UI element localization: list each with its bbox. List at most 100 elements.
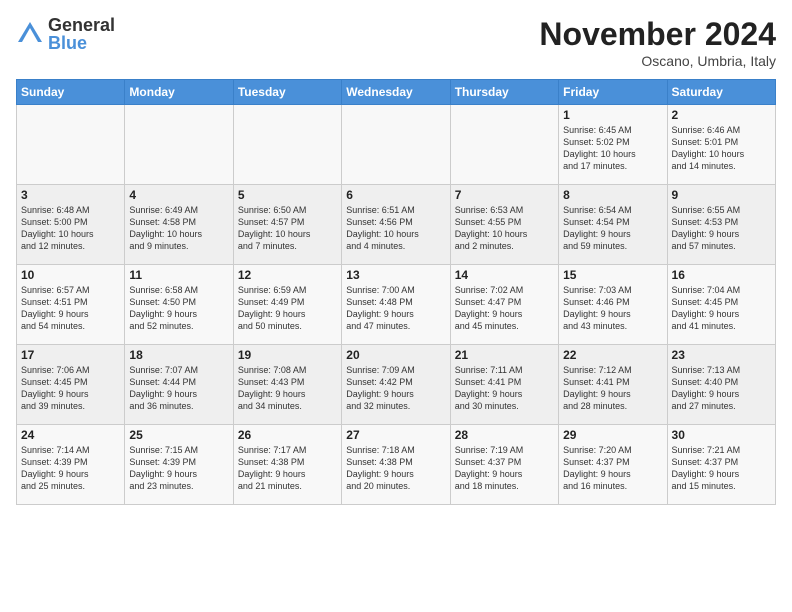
- calendar-cell: 20Sunrise: 7:09 AM Sunset: 4:42 PM Dayli…: [342, 345, 450, 425]
- column-header-tuesday: Tuesday: [233, 80, 341, 105]
- logo-text: General Blue: [48, 16, 115, 52]
- calendar-header-row: SundayMondayTuesdayWednesdayThursdayFrid…: [17, 80, 776, 105]
- day-number: 6: [346, 188, 445, 202]
- title-block: November 2024 Oscano, Umbria, Italy: [539, 16, 776, 69]
- calendar-cell: 18 Sunrise: 7:07 AM Sunset: 4:44 PM Dayli…: [125, 345, 233, 425]
- calendar-cell: 6 Sunrise: 6:51 AM Sunset: 4:56 PM Daylig…: [342, 185, 450, 265]
- calendar-cell: 5 Sunrise: 6:50 AM Sunset: 4:57 PM Daylig…: [233, 185, 341, 265]
- calendar-cell: 24 Sunrise: 7:14 AM Sunset: 4:39 PM Dayli…: [17, 425, 125, 505]
- day-number: 12: [238, 268, 337, 282]
- day-number: 27: [346, 428, 445, 442]
- day-number: 7: [455, 188, 554, 202]
- day-info: Sunrise: 7:13 AM Sunset: 4:40 PM Dayligh…: [672, 364, 771, 413]
- day-number: 30: [672, 428, 771, 442]
- calendar-week-row: 10 Sunrise: 6:57 AM Sunset: 4:51 PM Dayli…: [17, 265, 776, 345]
- calendar-cell: 21Sunrise: 7:11 AM Sunset: 4:41 PM Dayli…: [450, 345, 558, 425]
- day-info: Sunrise: 7:14 AM Sunset: 4:39 PM Dayligh…: [21, 444, 120, 493]
- day-number: 25: [129, 428, 228, 442]
- day-info: Sunrise: 7:06 AM Sunset: 4:45 PM Dayligh…: [21, 364, 120, 413]
- day-number: 2: [672, 108, 771, 122]
- logo-icon: [16, 20, 44, 48]
- day-info: Sunrise: 6:51 AM Sunset: 4:56 PM Dayligh…: [346, 204, 445, 253]
- day-info: Sunrise: 7:07 AM Sunset: 4:44 PM Dayligh…: [129, 364, 228, 413]
- column-header-monday: Monday: [125, 80, 233, 105]
- calendar-week-row: 24 Sunrise: 7:14 AM Sunset: 4:39 PM Dayli…: [17, 425, 776, 505]
- day-info: Sunrise: 7:21 AM Sunset: 4:37 PM Dayligh…: [672, 444, 771, 493]
- calendar-cell: 17 Sunrise: 7:06 AM Sunset: 4:45 PM Dayli…: [17, 345, 125, 425]
- day-info: Sunrise: 6:57 AM Sunset: 4:51 PM Dayligh…: [21, 284, 120, 333]
- month-title: November 2024: [539, 16, 776, 53]
- column-header-saturday: Saturday: [667, 80, 775, 105]
- day-number: 15: [563, 268, 662, 282]
- page: General Blue November 2024 Oscano, Umbri…: [0, 0, 792, 612]
- calendar-cell: 13Sunrise: 7:00 AM Sunset: 4:48 PM Dayli…: [342, 265, 450, 345]
- logo-blue-text: Blue: [48, 34, 115, 52]
- day-info: Sunrise: 7:00 AM Sunset: 4:48 PM Dayligh…: [346, 284, 445, 333]
- day-number: 22: [563, 348, 662, 362]
- column-header-wednesday: Wednesday: [342, 80, 450, 105]
- calendar-week-row: 1 Sunrise: 6:45 AM Sunset: 5:02 PM Daylig…: [17, 105, 776, 185]
- calendar-cell: 9Sunrise: 6:55 AM Sunset: 4:53 PM Daylig…: [667, 185, 775, 265]
- day-info: Sunrise: 7:17 AM Sunset: 4:38 PM Dayligh…: [238, 444, 337, 493]
- day-number: 1: [563, 108, 662, 122]
- day-info: Sunrise: 6:59 AM Sunset: 4:49 PM Dayligh…: [238, 284, 337, 333]
- calendar-cell: 27Sunrise: 7:18 AM Sunset: 4:38 PM Dayli…: [342, 425, 450, 505]
- calendar-cell: 8 Sunrise: 6:54 AM Sunset: 4:54 PM Daylig…: [559, 185, 667, 265]
- day-number: 21: [455, 348, 554, 362]
- day-number: 3: [21, 188, 120, 202]
- day-info: Sunrise: 6:58 AM Sunset: 4:50 PM Dayligh…: [129, 284, 228, 333]
- day-number: 16: [672, 268, 771, 282]
- calendar-cell: 15 Sunrise: 7:03 AM Sunset: 4:46 PM Dayli…: [559, 265, 667, 345]
- day-number: 14: [455, 268, 554, 282]
- day-info: Sunrise: 6:49 AM Sunset: 4:58 PM Dayligh…: [129, 204, 228, 253]
- calendar-cell: 25 Sunrise: 7:15 AM Sunset: 4:39 PM Dayli…: [125, 425, 233, 505]
- calendar-cell: 30 Sunrise: 7:21 AM Sunset: 4:37 PM Dayli…: [667, 425, 775, 505]
- calendar-cell: [17, 105, 125, 185]
- day-info: Sunrise: 6:45 AM Sunset: 5:02 PM Dayligh…: [563, 124, 662, 173]
- day-number: 19: [238, 348, 337, 362]
- calendar-cell: [342, 105, 450, 185]
- day-number: 10: [21, 268, 120, 282]
- calendar-cell: [125, 105, 233, 185]
- day-number: 24: [21, 428, 120, 442]
- location-subtitle: Oscano, Umbria, Italy: [539, 53, 776, 69]
- day-number: 18: [129, 348, 228, 362]
- calendar-cell: [233, 105, 341, 185]
- calendar-cell: 28Sunrise: 7:19 AM Sunset: 4:37 PM Dayli…: [450, 425, 558, 505]
- day-info: Sunrise: 7:02 AM Sunset: 4:47 PM Dayligh…: [455, 284, 554, 333]
- calendar-cell: 12 Sunrise: 6:59 AM Sunset: 4:49 PM Dayli…: [233, 265, 341, 345]
- day-number: 9: [672, 188, 771, 202]
- header: General Blue November 2024 Oscano, Umbri…: [16, 16, 776, 69]
- calendar-cell: 3Sunrise: 6:48 AM Sunset: 5:00 PM Daylig…: [17, 185, 125, 265]
- day-number: 17: [21, 348, 120, 362]
- day-info: Sunrise: 7:03 AM Sunset: 4:46 PM Dayligh…: [563, 284, 662, 333]
- day-info: Sunrise: 6:50 AM Sunset: 4:57 PM Dayligh…: [238, 204, 337, 253]
- day-info: Sunrise: 7:15 AM Sunset: 4:39 PM Dayligh…: [129, 444, 228, 493]
- day-number: 26: [238, 428, 337, 442]
- calendar-cell: 1 Sunrise: 6:45 AM Sunset: 5:02 PM Daylig…: [559, 105, 667, 185]
- day-number: 20: [346, 348, 445, 362]
- day-info: Sunrise: 6:53 AM Sunset: 4:55 PM Dayligh…: [455, 204, 554, 253]
- day-number: 8: [563, 188, 662, 202]
- calendar-table: SundayMondayTuesdayWednesdayThursdayFrid…: [16, 79, 776, 505]
- day-number: 4: [129, 188, 228, 202]
- calendar-cell: 2Sunrise: 6:46 AM Sunset: 5:01 PM Daylig…: [667, 105, 775, 185]
- day-info: Sunrise: 7:08 AM Sunset: 4:43 PM Dayligh…: [238, 364, 337, 413]
- calendar-cell: 19 Sunrise: 7:08 AM Sunset: 4:43 PM Dayli…: [233, 345, 341, 425]
- day-number: 29: [563, 428, 662, 442]
- day-info: Sunrise: 6:54 AM Sunset: 4:54 PM Dayligh…: [563, 204, 662, 253]
- column-header-friday: Friday: [559, 80, 667, 105]
- day-number: 11: [129, 268, 228, 282]
- column-header-thursday: Thursday: [450, 80, 558, 105]
- calendar-cell: 11 Sunrise: 6:58 AM Sunset: 4:50 PM Dayli…: [125, 265, 233, 345]
- calendar-cell: 22Sunrise: 7:12 AM Sunset: 4:41 PM Dayli…: [559, 345, 667, 425]
- day-number: 28: [455, 428, 554, 442]
- calendar-cell: 29Sunrise: 7:20 AM Sunset: 4:37 PM Dayli…: [559, 425, 667, 505]
- calendar-cell: 7 Sunrise: 6:53 AM Sunset: 4:55 PM Daylig…: [450, 185, 558, 265]
- day-number: 23: [672, 348, 771, 362]
- calendar-week-row: 3Sunrise: 6:48 AM Sunset: 5:00 PM Daylig…: [17, 185, 776, 265]
- calendar-cell: 23 Sunrise: 7:13 AM Sunset: 4:40 PM Dayli…: [667, 345, 775, 425]
- day-info: Sunrise: 7:04 AM Sunset: 4:45 PM Dayligh…: [672, 284, 771, 333]
- calendar-week-row: 17 Sunrise: 7:06 AM Sunset: 4:45 PM Dayli…: [17, 345, 776, 425]
- day-number: 5: [238, 188, 337, 202]
